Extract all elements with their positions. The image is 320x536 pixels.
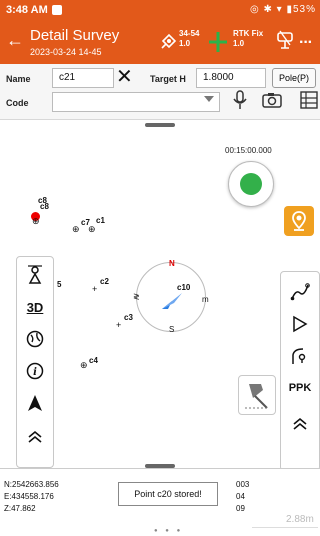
point-label[interactable]: c4 <box>89 357 98 365</box>
play-icon[interactable] <box>281 310 319 338</box>
compass-north: N <box>169 259 175 268</box>
point-form: Name c21 ✕ Target H 1.8000 Pole(P) Code <box>0 64 320 120</box>
rtk-status: RTK Fix <box>233 29 264 38</box>
title-bar: ← Detail Survey 2023-03-24 14-45 34-54 1… <box>0 22 320 64</box>
point-marker[interactable]: + <box>116 321 121 330</box>
gnss-status-button[interactable] <box>228 161 274 207</box>
page-subtitle: 2023-03-24 14-45 <box>30 47 102 57</box>
person-height-icon[interactable] <box>17 261 53 289</box>
view-3d-label: 3D <box>26 299 44 315</box>
line-icon[interactable] <box>281 278 319 306</box>
location-pin-icon <box>292 211 306 231</box>
point-label[interactable]: c1 <box>96 217 105 225</box>
point-marker[interactable]: ⊕ <box>88 225 96 234</box>
collapse-up-icon[interactable] <box>281 410 319 438</box>
right-toolbar: PPK <box>280 271 320 471</box>
antenna-icon[interactable] <box>276 30 294 50</box>
compass-scale-unit: m <box>202 295 209 304</box>
status-time: 3:48 AM <box>6 4 48 16</box>
point-marker[interactable]: + <box>92 285 97 294</box>
measure-tool-icon <box>245 384 269 409</box>
easting-value: E:434558.176 <box>4 492 54 501</box>
point-marker[interactable]: ⊕ <box>80 361 88 370</box>
top-drag-handle[interactable] <box>145 123 175 127</box>
rtk-value: 1.0 <box>233 39 245 48</box>
location-pin-button[interactable] <box>284 206 314 236</box>
point-marker[interactable]: ⊕ <box>72 225 80 234</box>
left-toolbar: 3D i <box>16 256 54 468</box>
collapse-up-icon[interactable] <box>17 423 53 451</box>
compass-south: S <box>169 325 175 334</box>
info-icon[interactable]: i <box>17 357 53 385</box>
pole-button[interactable]: Pole(P) <box>272 68 316 88</box>
northing-value: N:2542663.856 <box>4 480 59 489</box>
measure-tool-button[interactable] <box>238 375 276 415</box>
point-marker[interactable]: ⊕ <box>32 217 40 226</box>
microphone-icon[interactable] <box>232 90 248 110</box>
point-label[interactable]: c2 <box>100 278 109 286</box>
distance-underline <box>252 527 318 528</box>
code-field[interactable] <box>52 92 220 112</box>
navigation-arrow-icon[interactable] <box>17 389 53 417</box>
panel-value-3: 09 <box>236 504 245 513</box>
satellite-count: 34-54 <box>179 29 200 38</box>
rtk-readout: RTK Fix 1.0 <box>233 29 263 49</box>
curve-icon[interactable] <box>281 342 319 370</box>
satellite-icon[interactable] <box>160 32 178 50</box>
target-h-label: Target H <box>150 74 186 84</box>
list-grid-icon[interactable] <box>300 91 318 109</box>
distance-readout: 2.88m <box>286 514 314 525</box>
toast-message: Point c20 stored! <box>118 482 218 506</box>
target-h-field[interactable]: 1.8000 <box>196 68 266 88</box>
page-title: Detail Survey <box>30 27 120 44</box>
compass-west: ≷ <box>133 292 140 301</box>
map-canvas[interactable]: 00:15:00.000 c8 c8 ⊕ ⊕ c7 ⊕ c1 + c2 + c3… <box>0 121 320 471</box>
satellite-value: 1.0 <box>179 39 191 48</box>
back-arrow-icon[interactable]: ← <box>6 30 24 51</box>
point-label[interactable]: c8 <box>40 203 49 211</box>
camera-icon[interactable] <box>262 92 282 108</box>
current-position-arrow-icon <box>162 293 182 309</box>
code-label: Code <box>6 98 29 108</box>
name-field[interactable]: c21 <box>52 68 114 88</box>
satellite-readout: 34-54 1.0 <box>179 29 199 49</box>
globe-icon[interactable] <box>17 325 53 353</box>
clear-name-icon[interactable]: ✕ <box>116 67 133 87</box>
view-3d-button[interactable]: 3D <box>17 293 53 321</box>
rtk-fix-icon[interactable] <box>208 31 228 53</box>
chevron-down-icon[interactable] <box>204 96 214 102</box>
ppk-button[interactable]: PPK <box>281 374 319 402</box>
svg-text:i: i <box>33 367 37 378</box>
name-label: Name <box>6 74 31 84</box>
survey-screen: 3:48 AM ◎ ✱ ▾ ▮53% ← Detail Survey 2023-… <box>0 0 320 536</box>
gnss-status-dot <box>240 173 262 195</box>
point-label[interactable]: c3 <box>124 314 133 322</box>
notification-icon <box>52 5 62 15</box>
page-indicator[interactable]: ● ● ● <box>154 528 183 534</box>
status-bar: 3:48 AM ◎ ✱ ▾ ▮53% <box>0 0 320 22</box>
panel-value-1: 003 <box>236 480 250 489</box>
more-menu-icon[interactable]: ··· <box>299 34 313 52</box>
point-label[interactable]: 5 <box>57 281 61 289</box>
panel-value-2: 04 <box>236 492 245 501</box>
status-indicators: ◎ ✱ ▾ ▮53% <box>250 4 316 15</box>
timer-readout: 00:15:00.000 <box>225 146 272 155</box>
point-label[interactable]: c10 <box>177 284 190 292</box>
elevation-value: Z:47.862 <box>4 504 36 513</box>
